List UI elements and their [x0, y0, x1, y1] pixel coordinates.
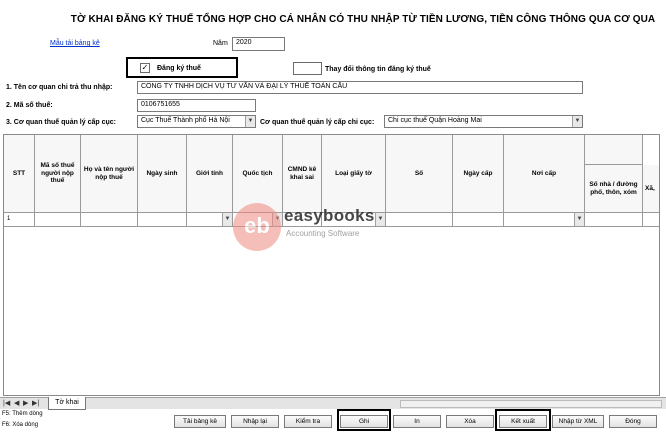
col-tax-code: Mã số thuế người nộp thuế	[35, 135, 81, 213]
registration-checkbox[interactable]: ✓	[140, 63, 150, 73]
sheet-tab-declaration[interactable]: Tờ khai	[48, 397, 86, 410]
sheet-tab-bar: |◀ ◀ ▶ ▶| Tờ khai	[0, 397, 666, 410]
export-button[interactable]: Kết xuất	[499, 415, 547, 428]
col-doc-number: Số	[386, 135, 453, 213]
check-button[interactable]: Kiểm tra	[284, 415, 332, 428]
dept-select-value: Cục Thuế Thành phố Hà Nội	[141, 117, 230, 124]
col-doc-type: Loại giấy tờ	[322, 135, 386, 213]
tax-code-input[interactable]: 0106751655	[137, 99, 256, 112]
import-xml-button[interactable]: Nhập từ XML	[552, 415, 604, 428]
col-street: Số nhà / đường phố, thôn, xóm	[585, 165, 643, 213]
dept-label: 3. Cơ quan thuế quản lý cấp cục:	[6, 119, 116, 126]
cell-issue-date[interactable]	[453, 213, 504, 227]
cell-street[interactable]	[585, 213, 643, 227]
payer-label: 1. Tên cơ quan chi trả thu nhập:	[6, 84, 113, 91]
download-template-link[interactable]: Mẫu tải bảng kê	[50, 40, 100, 47]
easybooks-tagline: Accounting Software	[286, 229, 360, 238]
dept-select[interactable]: Cục Thuế Thành phố Hà Nội ▼	[137, 115, 256, 128]
col-ward: Xã,	[643, 165, 659, 213]
cell-full-name[interactable]	[81, 213, 138, 227]
year-input[interactable]: 2020	[232, 37, 285, 51]
branch-select[interactable]: Chi cục thuế Quận Hoàng Mai ▼	[384, 115, 583, 128]
first-sheet-icon[interactable]: |◀	[3, 399, 10, 407]
close-button[interactable]: Đóng	[609, 415, 657, 428]
horizontal-scrollbar[interactable]	[400, 400, 662, 408]
last-sheet-icon[interactable]: ▶|	[32, 399, 39, 407]
branch-label: Cơ quan thuế quản lý cấp chi cục:	[260, 119, 375, 126]
chevron-down-icon[interactable]: ▼	[222, 213, 232, 226]
next-sheet-icon[interactable]: ▶	[23, 399, 28, 407]
save-button[interactable]: Ghi	[340, 415, 388, 428]
year-label: Năm	[213, 40, 228, 47]
cell-tax-code[interactable]	[35, 213, 81, 227]
cell-doc-number[interactable]	[386, 213, 453, 227]
col-birth-date: Ngày sinh	[138, 135, 187, 213]
chevron-down-icon[interactable]: ▼	[574, 213, 584, 226]
col-gender: Giới tính	[187, 135, 233, 213]
cell-gender[interactable]: ▼	[187, 213, 233, 227]
col-nationality: Quốc tịch	[233, 135, 283, 213]
col-wrong-id: CMND kê khai sai	[283, 135, 322, 213]
shortcut-add-row: F5: Thêm dòng	[2, 411, 43, 417]
cell-issue-place[interactable]: ▼	[504, 213, 585, 227]
cell-birth-date[interactable]	[138, 213, 187, 227]
print-button[interactable]: In	[393, 415, 441, 428]
easybooks-brand: easybooks	[284, 206, 375, 225]
col-stt: STT	[4, 135, 35, 213]
declaration-table: STT Mã số thuế người nộp thuế Họ và tên …	[3, 134, 660, 396]
cell-ward[interactable]	[643, 213, 659, 227]
chevron-down-icon[interactable]: ▼	[572, 116, 582, 127]
payer-input[interactable]: CÔNG TY TNHH DỊCH VỤ TƯ VẤN VÀ ĐẠI LÝ TH…	[137, 81, 583, 94]
prev-sheet-icon[interactable]: ◀	[14, 399, 19, 407]
col-issue-date: Ngày cấp	[453, 135, 504, 213]
col-issue-place: Nơi cấp	[504, 135, 585, 213]
load-list-button[interactable]: Tải bảng kê	[174, 415, 226, 428]
change-info-label: Thay đổi thông tin đăng ký thuế	[325, 66, 431, 73]
shortcut-delete-row: F6: Xóa dòng	[2, 422, 39, 428]
branch-select-value: Chi cục thuế Quận Hoàng Mai	[388, 117, 482, 124]
chevron-down-icon[interactable]: ▼	[375, 213, 385, 226]
easybooks-logo: eb	[233, 203, 281, 251]
chevron-down-icon[interactable]: ▼	[245, 116, 255, 127]
row-stt: 1	[4, 213, 35, 227]
col-address-group	[585, 135, 643, 165]
change-info-checkbox[interactable]	[293, 62, 322, 75]
col-full-name: Họ và tên người nộp thuế	[81, 135, 138, 213]
reset-button[interactable]: Nhập lại	[231, 415, 279, 428]
form-title: TỜ KHAI ĐĂNG KÝ THUẾ TỔNG HỢP CHO CÁ NHÂ…	[70, 14, 656, 25]
delete-button[interactable]: Xóa	[446, 415, 494, 428]
registration-label: Đăng ký thuế	[157, 65, 201, 72]
tax-code-label: 2. Mã số thuế:	[6, 102, 53, 109]
